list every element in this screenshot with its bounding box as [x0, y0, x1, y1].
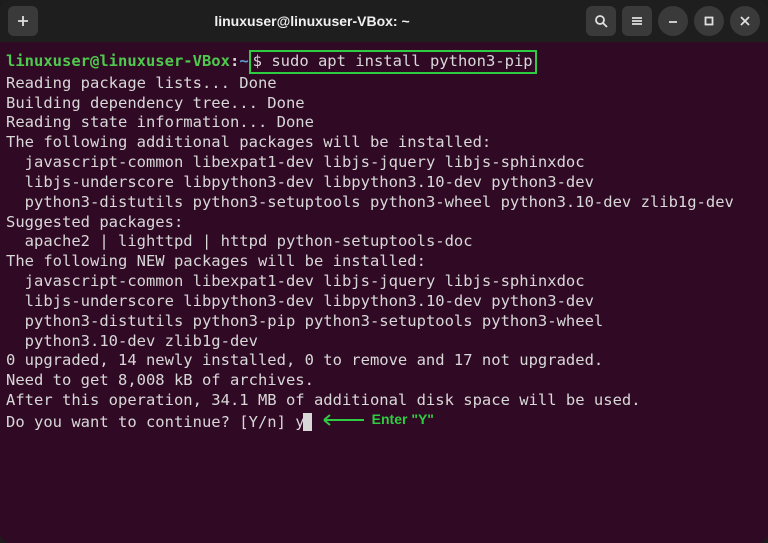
maximize-icon [702, 14, 716, 28]
new-tab-button[interactable] [8, 6, 38, 36]
hamburger-menu-button[interactable] [622, 6, 652, 36]
output-line: Need to get 8,008 kB of archives. [6, 371, 762, 391]
close-button[interactable] [730, 6, 760, 36]
output-line: After this operation, 34.1 MB of additio… [6, 391, 762, 411]
terminal-window: linuxuser@linuxuser-VBox: ~ linuxuser@li… [0, 0, 768, 543]
output-line: Reading package lists... Done [6, 74, 762, 94]
output-line: 0 upgraded, 14 newly installed, 0 to rem… [6, 351, 762, 371]
prompt-path: ~ [239, 52, 248, 70]
command-highlight: $ sudo apt install python3-pip [249, 50, 537, 74]
output-line: python3-distutils python3-setuptools pyt… [6, 193, 762, 213]
output-line: Reading state information... Done [6, 113, 762, 133]
titlebar: linuxuser@linuxuser-VBox: ~ [0, 0, 768, 42]
output-line: javascript-common libexpat1-dev libjs-jq… [6, 272, 762, 292]
output-line: apache2 | lighttpd | httpd python-setupt… [6, 232, 762, 252]
hamburger-icon [630, 14, 644, 28]
minimize-icon [666, 14, 680, 28]
search-button[interactable] [586, 6, 616, 36]
output-line: python3-distutils python3-pip python3-se… [6, 312, 762, 332]
search-icon [594, 14, 608, 28]
prompt-colon: : [230, 52, 239, 70]
continue-prompt-line: Do you want to continue? [Y/n] yEnter "Y… [6, 411, 762, 433]
output-line: libjs-underscore libpython3-dev libpytho… [6, 292, 762, 312]
output-line: javascript-common libexpat1-dev libjs-jq… [6, 153, 762, 173]
continue-prompt-text: Do you want to continue? [Y/n] [6, 413, 295, 431]
window-title: linuxuser@linuxuser-VBox: ~ [42, 13, 582, 29]
close-icon [738, 14, 752, 28]
annotation-text: Enter "Y" [372, 411, 434, 429]
command-text: $ sudo apt install python3-pip [253, 52, 533, 70]
prompt-line: linuxuser@linuxuser-VBox:~ $ sudo apt ins… [6, 50, 762, 74]
output-line: The following NEW packages will be insta… [6, 252, 762, 272]
cursor [303, 413, 312, 431]
output-line: python3.10-dev zlib1g-dev [6, 332, 762, 352]
maximize-button[interactable] [694, 6, 724, 36]
terminal-body[interactable]: linuxuser@linuxuser-VBox:~ $ sudo apt ins… [0, 42, 768, 441]
plus-icon [16, 14, 30, 28]
output-line: The following additional packages will b… [6, 133, 762, 153]
output-line: Suggested packages: [6, 213, 762, 233]
output-line: Building dependency tree... Done [6, 94, 762, 114]
minimize-button[interactable] [658, 6, 688, 36]
output-line: libjs-underscore libpython3-dev libpytho… [6, 173, 762, 193]
arrow-left-icon [320, 413, 364, 427]
annotation: Enter "Y" [320, 411, 434, 429]
prompt-user-host: linuxuser@linuxuser-VBox [6, 52, 230, 70]
